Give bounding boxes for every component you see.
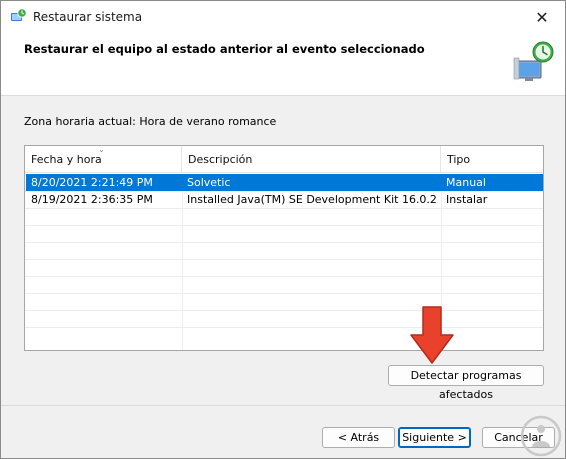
- back-button[interactable]: < Atrás: [322, 427, 395, 448]
- grid-divider: [25, 293, 543, 294]
- column-header-description[interactable]: Descripción: [182, 146, 441, 173]
- restore-points-list[interactable]: Fecha y hora ⌄ Descripción Tipo 8/20/202…: [24, 145, 544, 351]
- grid-divider: [25, 242, 543, 243]
- restore-point-type: Manual: [446, 176, 486, 189]
- restore-point-description: Solvetic: [187, 176, 231, 189]
- table-row[interactable]: 8/19/2021 2:36:35 PM Installed Java(TM) …: [26, 191, 543, 208]
- restore-point-date: 8/20/2021 2:21:49 PM: [31, 176, 153, 189]
- table-row[interactable]: 8/20/2021 2:21:49 PM Solvetic Manual: [26, 174, 543, 191]
- restore-point-type: Instalar: [446, 193, 488, 206]
- footer-divider: [1, 405, 565, 406]
- restore-point-description: Installed Java(TM) SE Development Kit 16…: [187, 193, 441, 206]
- grid-divider: [25, 310, 543, 311]
- column-label: Tipo: [447, 153, 471, 166]
- column-label: Descripción: [188, 153, 253, 166]
- grid-divider: [25, 327, 543, 328]
- restore-dialog: Restaurar sistema ✕ Restaurar el equipo …: [0, 0, 566, 459]
- system-restore-app-icon: [11, 8, 27, 21]
- system-restore-icon: [513, 41, 554, 81]
- window-title: Restaurar sistema: [33, 10, 143, 24]
- close-icon: ✕: [535, 7, 549, 27]
- column-label: Fecha y hora: [31, 153, 102, 166]
- restore-point-date: 8/19/2021 2:36:35 PM: [31, 193, 153, 206]
- column-header-date[interactable]: Fecha y hora ⌄: [25, 146, 182, 173]
- next-button[interactable]: Siguiente >: [398, 427, 471, 448]
- sort-indicator-icon: ⌄: [98, 145, 105, 154]
- grid-divider: [25, 225, 543, 226]
- grid-divider: [25, 276, 543, 277]
- title-bar: Restaurar sistema ✕: [1, 1, 565, 33]
- current-timezone: Zona horaria actual: Hora de verano roma…: [24, 115, 277, 128]
- grid-divider: [25, 259, 543, 260]
- solvetic-watermark-logo: [520, 415, 562, 457]
- column-header-type[interactable]: Tipo: [441, 146, 543, 173]
- grid-divider: [25, 208, 543, 209]
- dialog-header: Restaurar el equipo al estado anterior a…: [1, 33, 565, 96]
- header-title: Restaurar el equipo al estado anterior a…: [24, 42, 425, 56]
- red-arrow-icon: [410, 306, 454, 364]
- list-header: Fecha y hora ⌄ Descripción Tipo: [25, 146, 543, 173]
- detect-affected-programs-button[interactable]: Detectar programas afectados: [388, 365, 544, 401]
- close-button[interactable]: ✕: [519, 1, 565, 33]
